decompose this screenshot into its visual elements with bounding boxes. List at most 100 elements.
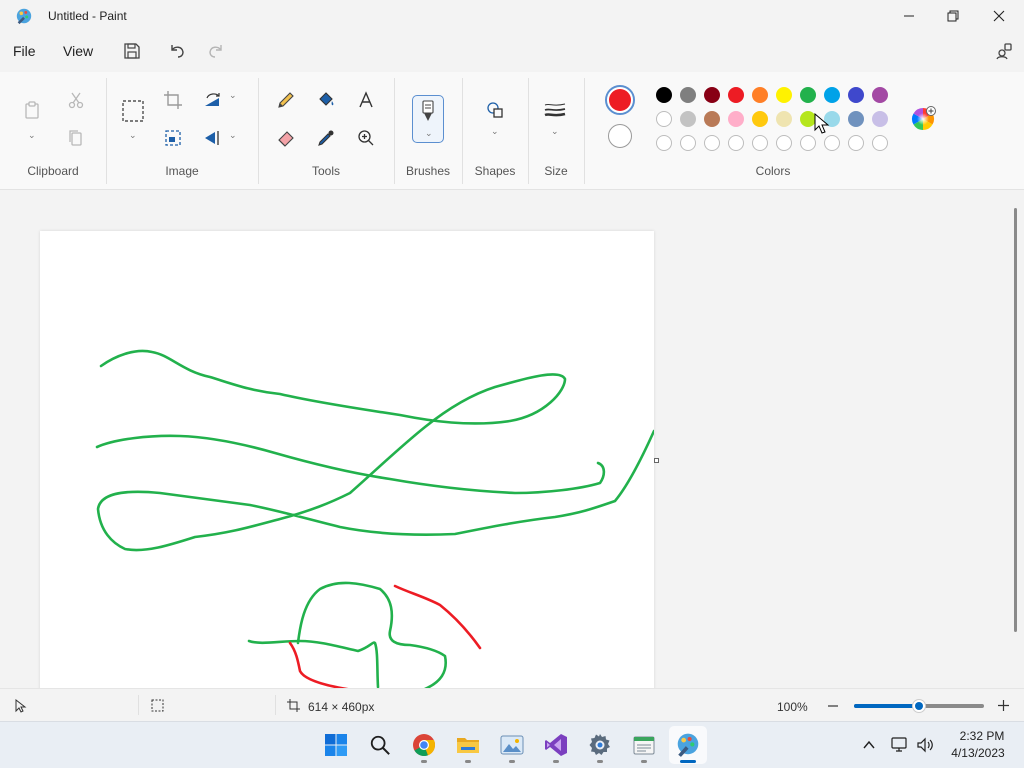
crop-button[interactable] (161, 88, 185, 112)
palette-color-swatch[interactable] (752, 111, 768, 127)
clock-date[interactable]: 4/13/2023 (943, 746, 1013, 760)
custom-color-slot[interactable] (680, 135, 696, 151)
zoom-in-icon[interactable] (997, 699, 1010, 712)
custom-color-slot[interactable] (800, 135, 816, 151)
chevron-down-icon[interactable]: ⌄ (551, 126, 559, 137)
palette-color-swatch[interactable] (752, 87, 768, 103)
save-icon[interactable] (122, 41, 142, 61)
palette-color-swatch[interactable] (680, 111, 696, 127)
chevron-down-icon[interactable]: ⌄ (28, 130, 36, 141)
custom-color-slot[interactable] (872, 135, 888, 151)
brush-icon (422, 100, 434, 121)
eraser-button[interactable] (274, 126, 298, 150)
size-button[interactable] (543, 98, 567, 122)
network-icon[interactable] (891, 736, 909, 754)
palette-color-swatch[interactable] (680, 87, 696, 103)
rotate-icon (205, 93, 220, 106)
vertical-scrollbar[interactable] (1014, 208, 1017, 632)
select-button[interactable] (120, 98, 146, 124)
menu-view[interactable]: View (63, 43, 93, 59)
primary-color-button[interactable] (605, 85, 635, 115)
canvas-resize-handle[interactable] (654, 458, 659, 463)
custom-color-slot[interactable] (656, 135, 672, 151)
minimize-button[interactable] (886, 0, 932, 32)
palette-color-swatch[interactable] (872, 111, 888, 127)
flip-icon (205, 131, 219, 145)
zoom-slider[interactable] (854, 699, 984, 713)
palette-color-swatch[interactable] (656, 111, 672, 127)
taskbar-chrome[interactable] (405, 726, 443, 764)
edit-colors-button[interactable] (910, 106, 936, 132)
palette-color-swatch[interactable] (776, 111, 792, 127)
taskbar-file-explorer[interactable] (449, 726, 487, 764)
paste-button[interactable] (20, 98, 44, 122)
chevron-down-icon[interactable]: ⌄ (229, 90, 237, 101)
custom-color-slot[interactable] (824, 135, 840, 151)
cut-button[interactable] (64, 88, 88, 112)
taskbar-photos[interactable] (493, 726, 531, 764)
canvas-workspace[interactable] (0, 190, 1024, 688)
status-divider (275, 695, 276, 715)
taskbar-settings[interactable] (581, 726, 619, 764)
rotate-button[interactable] (201, 88, 225, 112)
shapes-icon (487, 102, 503, 118)
palette-color-swatch[interactable] (776, 87, 792, 103)
custom-color-slot[interactable] (752, 135, 768, 151)
palette-color-swatch[interactable] (800, 87, 816, 103)
chevron-down-icon[interactable]: ⌄ (229, 130, 237, 141)
palette-color-swatch[interactable] (656, 87, 672, 103)
shapes-label: Shapes (474, 164, 516, 178)
zoom-out-icon[interactable] (827, 700, 839, 712)
taskbar-paint[interactable] (669, 726, 707, 764)
redo-icon[interactable] (206, 41, 226, 61)
palette-color-swatch[interactable] (704, 87, 720, 103)
color-picker-button[interactable] (314, 126, 338, 150)
taskbar-notepad[interactable] (625, 726, 663, 764)
restore-icon (947, 10, 959, 22)
magnifier-icon (358, 130, 374, 146)
start-button[interactable] (317, 726, 355, 764)
palette-color-swatch[interactable] (872, 87, 888, 103)
volume-icon[interactable] (916, 736, 934, 754)
custom-color-slot[interactable] (776, 135, 792, 151)
color-wheel-icon (912, 106, 936, 130)
chevron-down-icon[interactable]: ⌄ (129, 130, 137, 141)
palette-color-swatch[interactable] (824, 87, 840, 103)
clock-time[interactable]: 2:32 PM (947, 729, 1017, 743)
text-button[interactable] (354, 88, 378, 112)
canvas-strokes (95, 349, 654, 688)
palette-color-swatch[interactable] (704, 111, 720, 127)
menu-file[interactable]: File (13, 43, 36, 59)
copy-button[interactable] (64, 126, 88, 150)
share-icon[interactable] (994, 41, 1014, 61)
windows-start-icon (325, 734, 347, 756)
magnifier-button[interactable] (354, 126, 378, 150)
search-button[interactable] (361, 726, 399, 764)
secondary-color-button[interactable] (608, 124, 632, 148)
brushes-button[interactable]: ⌄ (412, 95, 444, 143)
zoom-slider-thumb[interactable] (912, 699, 926, 713)
taskbar-visual-studio[interactable] (537, 726, 575, 764)
custom-color-slot[interactable] (848, 135, 864, 151)
chevron-down-icon[interactable]: ⌄ (491, 126, 499, 137)
palette-color-swatch[interactable] (728, 111, 744, 127)
flip-button[interactable] (201, 126, 225, 150)
palette-color-swatch[interactable] (848, 87, 864, 103)
visual-studio-icon (545, 734, 567, 756)
restore-button[interactable] (930, 0, 976, 32)
pencil-button[interactable] (274, 88, 298, 112)
chevron-up-icon[interactable] (862, 738, 876, 752)
palette-color-swatch[interactable] (848, 111, 864, 127)
close-button[interactable] (976, 0, 1022, 32)
resize-button[interactable] (161, 126, 185, 150)
zoom-level-text[interactable]: 100% (777, 700, 808, 714)
fill-bucket-icon (319, 92, 334, 106)
palette-color-swatch[interactable] (728, 87, 744, 103)
undo-icon[interactable] (167, 41, 187, 61)
custom-color-slot[interactable] (704, 135, 720, 151)
custom-color-slot[interactable] (728, 135, 744, 151)
fill-button[interactable] (314, 88, 338, 112)
mouse-cursor-icon (814, 113, 830, 134)
drawing-canvas[interactable] (40, 231, 654, 688)
shapes-button[interactable] (483, 98, 507, 122)
